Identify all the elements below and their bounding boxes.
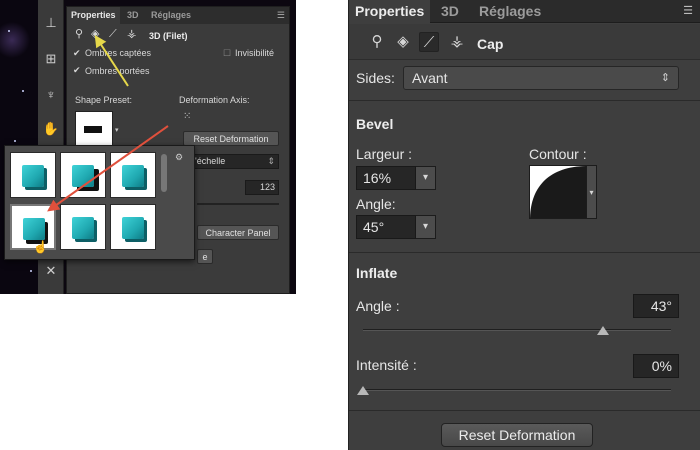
tab-reglages[interactable]: Réglages — [473, 0, 547, 23]
bevel-angle-label: Angle: — [356, 196, 396, 212]
chevron-updown-icon: ⇕ — [267, 156, 275, 166]
reset-deformation-button-small[interactable]: Reset Deformation — [183, 131, 279, 146]
intensity-label: Intensité : — [356, 357, 417, 373]
cube-preset-icon — [72, 165, 94, 187]
sides-label: Sides: — [356, 70, 395, 86]
sides-select-value: Avant — [412, 70, 448, 86]
star-dot — [22, 90, 24, 92]
inflate-angle-slider-track[interactable] — [363, 329, 671, 331]
tab-properties[interactable]: Properties — [67, 7, 120, 24]
inflate-angle-label: Angle : — [356, 298, 400, 314]
star-dot — [8, 30, 10, 32]
panel-menu-icon[interactable]: ☰ — [679, 4, 693, 18]
tab-reglages[interactable]: Réglages — [147, 7, 195, 24]
shape-preset-popup: ⚙ ☝ — [4, 145, 195, 260]
cube-preset-icon — [122, 217, 144, 239]
inflate-heading: Inflate — [356, 265, 398, 281]
popup-scrollbar[interactable] — [161, 154, 167, 192]
preset-cell[interactable] — [110, 152, 156, 198]
panel-tabs: Properties 3D Réglages ☰ — [349, 0, 700, 23]
coordinates-icon[interactable]: ⚶ — [127, 29, 136, 40]
inflate-angle-field[interactable]: 43° — [633, 294, 679, 318]
coordinates-icon[interactable]: ⚶ — [447, 32, 467, 52]
contour-dropdown[interactable]: ▾ — [587, 165, 597, 219]
checkbox-icon[interactable]: ☐ — [223, 48, 231, 59]
star-dot — [14, 140, 16, 142]
slider-track[interactable] — [197, 203, 279, 205]
preset-cell[interactable] — [60, 152, 106, 198]
chevron-down-icon: ▾ — [422, 221, 429, 232]
tab-3d[interactable]: 3D — [123, 7, 143, 24]
cube-preset-icon — [22, 165, 44, 187]
preset-cell[interactable] — [110, 204, 156, 250]
partial-button[interactable]: e — [197, 249, 213, 264]
checkmark-icon[interactable]: ✔ — [73, 48, 81, 59]
left-screenshot: ⊥ ⊞ ♆ ✋ ✕ Properties 3D Réglages ☰ ⚲ ◈ ⟋… — [0, 0, 296, 294]
tab-properties[interactable]: Properties — [349, 0, 431, 23]
chevron-down-icon: ▾ — [589, 188, 594, 197]
mesh-icon[interactable]: ⚲ — [75, 29, 83, 40]
intensity-slider-track[interactable] — [363, 389, 671, 391]
cube-preset-icon — [122, 165, 144, 187]
mode-icon-row: ⚲ ◈ ⟋ ⚶ Cap — [349, 24, 700, 60]
contour-label: Contour : — [529, 146, 587, 162]
deformation-axis-label: Deformation Axis: — [179, 95, 250, 105]
contour-preview[interactable] — [529, 165, 587, 219]
deform-icon[interactable]: ◈ — [393, 32, 413, 52]
scale-select[interactable]: l'échelle ⇕ — [189, 154, 279, 169]
invisibility-label: Invisibilité — [235, 48, 275, 58]
tab-3d[interactable]: 3D — [435, 0, 465, 23]
bevel-width-field[interactable]: 16% — [356, 166, 416, 190]
shape-preset-thumbnail[interactable] — [75, 111, 113, 147]
character-panel-button[interactable]: Character Panel — [197, 225, 279, 240]
bevel-angle-field[interactable]: 45° — [356, 215, 416, 239]
ruler-tool-icon[interactable]: ⊥ — [42, 14, 60, 32]
checkmark-icon[interactable]: ✔ — [73, 65, 81, 76]
divider — [349, 100, 700, 101]
hand-cursor-icon: ☝ — [33, 240, 48, 254]
intensity-slider-thumb[interactable] — [357, 386, 369, 395]
preset-shape-icon — [84, 126, 102, 133]
popup-gear-icon[interactable]: ⚙ — [175, 152, 183, 163]
cap-icon[interactable]: ⟋ — [419, 32, 439, 52]
chevron-down-icon: ▾ — [422, 172, 429, 183]
hand-tool-icon[interactable]: ✋ — [42, 120, 60, 138]
tools-icon[interactable]: ✕ — [42, 262, 60, 280]
panel-title: 3D (Filet) — [149, 31, 188, 41]
preset-cell[interactable] — [60, 204, 106, 250]
chevron-updown-icon: ⇕ — [660, 72, 670, 84]
inflate-angle-slider-thumb[interactable] — [597, 326, 610, 335]
panel-title: Cap — [477, 36, 504, 52]
contour-curve-icon — [530, 166, 586, 218]
mesh-icon[interactable]: ⚲ — [367, 32, 387, 52]
intensity-field[interactable]: 0% — [633, 354, 679, 378]
bevel-width-label: Largeur : — [356, 146, 413, 162]
cube-preset-icon — [23, 218, 45, 240]
history-brush-icon[interactable]: ♆ — [42, 86, 60, 104]
catch-shadows-label: Ombres captées — [85, 48, 152, 58]
value-field[interactable]: 123 — [245, 180, 279, 195]
star-dot — [30, 270, 32, 272]
axis-grid-icon[interactable]: ⁙ — [183, 111, 191, 122]
scale-select-value: l'échelle — [193, 156, 226, 166]
bevel-angle-dropdown[interactable]: ▾ — [416, 215, 436, 239]
preset-dropdown-arrow-icon[interactable]: ▾ — [115, 125, 119, 136]
bevel-width-dropdown[interactable]: ▾ — [416, 166, 436, 190]
divider — [349, 410, 700, 411]
right-screenshot: Properties 3D Réglages ☰ ⚲ ◈ ⟋ ⚶ Cap Sid… — [348, 0, 700, 450]
preset-cell[interactable] — [10, 152, 56, 198]
divider — [349, 252, 700, 253]
cast-shadows-label: Ombres portées — [85, 66, 150, 76]
panel-menu-icon[interactable]: ☰ — [277, 10, 285, 21]
cap-icon[interactable]: ⟋ — [109, 29, 117, 40]
bevel-heading: Bevel — [356, 116, 394, 132]
panel-tabs: Properties 3D Réglages ☰ — [67, 7, 289, 24]
cube-preset-icon — [72, 217, 94, 239]
stamp-tool-icon[interactable]: ⊞ — [42, 50, 60, 68]
deform-icon[interactable]: ◈ — [91, 29, 99, 40]
reset-deformation-button[interactable]: Reset Deformation — [441, 423, 593, 447]
sides-select[interactable]: Avant ⇕ — [403, 66, 679, 90]
shape-preset-label: Shape Preset: — [75, 95, 133, 105]
